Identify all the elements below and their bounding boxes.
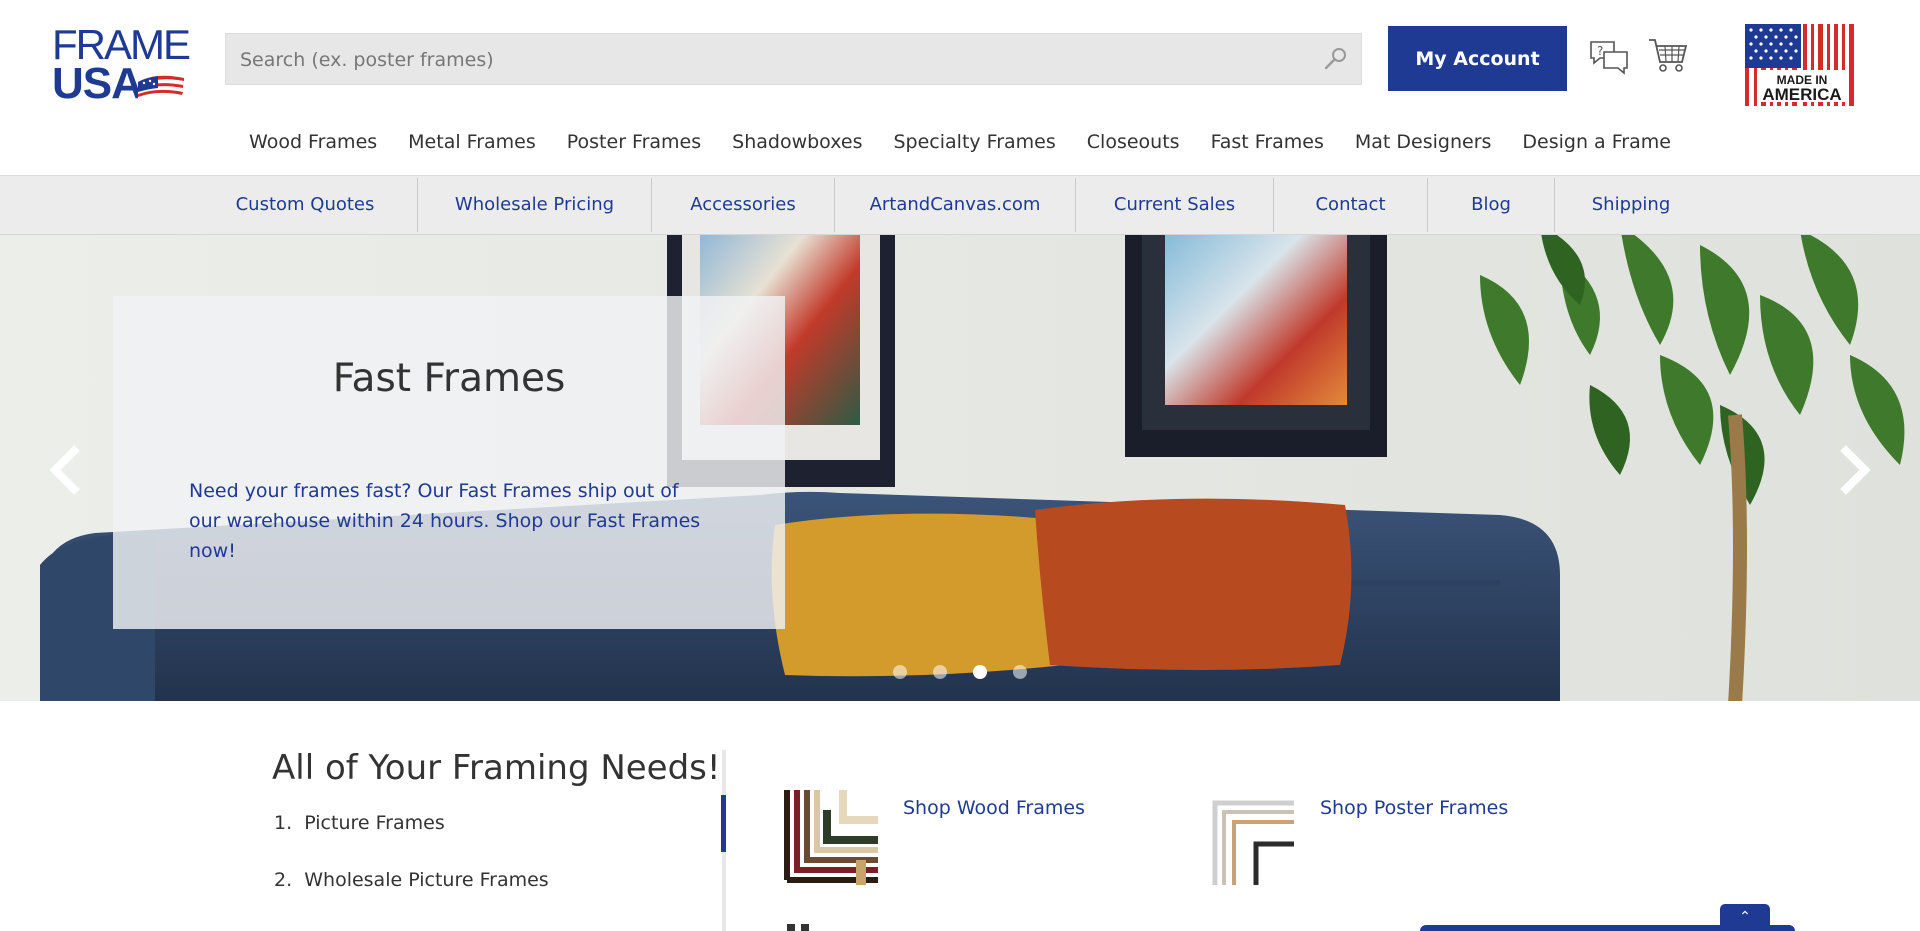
list-number: 1. bbox=[274, 812, 293, 834]
subnav-custom-quotes[interactable]: Custom Quotes bbox=[210, 176, 400, 234]
main-navigation: Wood Frames Metal Frames Poster Frames S… bbox=[0, 122, 1920, 162]
framing-needs-item[interactable]: 2. Wholesale Picture Frames bbox=[274, 869, 549, 891]
poster-frames-thumbnail[interactable] bbox=[1212, 800, 1294, 885]
carousel-indicators bbox=[893, 665, 1027, 679]
subnav-blog[interactable]: Blog bbox=[1428, 176, 1554, 234]
framing-needs-heading: All of Your Framing Needs! bbox=[272, 748, 721, 788]
subnav-wholesale-pricing[interactable]: Wholesale Pricing bbox=[418, 176, 651, 234]
subnav-accessories[interactable]: Accessories bbox=[652, 176, 834, 234]
subnav-contact[interactable]: Contact bbox=[1274, 176, 1427, 234]
chat-expand-tab[interactable]: ⌃ bbox=[1720, 904, 1770, 931]
carousel-next-arrow-icon[interactable] bbox=[1833, 442, 1873, 498]
nav-closeouts[interactable]: Closeouts bbox=[1071, 122, 1195, 162]
active-item-indicator bbox=[721, 795, 726, 852]
logo-usa-text: USA bbox=[52, 59, 143, 108]
hero-description[interactable]: Need your frames fast? Our Fast Frames s… bbox=[189, 476, 709, 566]
search-icon[interactable] bbox=[1323, 46, 1349, 72]
hero-carousel: Fast Frames Need your frames fast? Our F… bbox=[0, 235, 1920, 701]
carousel-dot-3-active[interactable] bbox=[973, 665, 987, 679]
frame-usa-logo[interactable]: FRAME USA bbox=[52, 24, 191, 108]
nav-wood-frames[interactable]: Wood Frames bbox=[234, 122, 393, 162]
search-input[interactable] bbox=[238, 34, 1322, 86]
hero-caption-panel: Fast Frames Need your frames fast? Our F… bbox=[113, 296, 785, 629]
list-label: Picture Frames bbox=[304, 812, 445, 834]
chat-help-icon[interactable]: ? bbox=[1588, 38, 1630, 78]
site-header: FRAME USA My Account ? bbox=[0, 0, 1920, 175]
nav-shadowboxes[interactable]: Shadowboxes bbox=[717, 122, 878, 162]
made-in-america-badge: MADE IN AMERICA bbox=[1745, 24, 1859, 106]
nav-specialty-frames[interactable]: Specialty Frames bbox=[878, 122, 1071, 162]
nav-metal-frames[interactable]: Metal Frames bbox=[393, 122, 552, 162]
nav-poster-frames[interactable]: Poster Frames bbox=[551, 122, 716, 162]
shop-wood-frames-link[interactable]: Shop Wood Frames bbox=[903, 797, 1085, 819]
carousel-dot-1[interactable] bbox=[893, 665, 907, 679]
logo-flag-icon bbox=[138, 75, 184, 102]
nav-fast-frames[interactable]: Fast Frames bbox=[1195, 122, 1339, 162]
nav-design-a-frame[interactable]: Design a Frame bbox=[1507, 122, 1687, 162]
framing-needs-item[interactable]: 1. Picture Frames bbox=[274, 812, 445, 834]
svg-text:?: ? bbox=[1597, 44, 1603, 58]
subnav-shipping[interactable]: Shipping bbox=[1555, 176, 1707, 234]
hero-title: Fast Frames bbox=[332, 356, 566, 401]
my-account-button[interactable]: My Account bbox=[1388, 26, 1567, 91]
shop-poster-frames-link[interactable]: Shop Poster Frames bbox=[1320, 797, 1508, 819]
subnav-artandcanvas[interactable]: ArtandCanvas.com bbox=[835, 176, 1075, 234]
list-number: 2. bbox=[274, 869, 293, 891]
framing-needs-section: All of Your Framing Needs! 1. Picture Fr… bbox=[272, 748, 722, 891]
secondary-navigation: Custom Quotes Wholesale Pricing Accessor… bbox=[0, 175, 1920, 235]
search-bar bbox=[225, 33, 1362, 86]
nav-mat-designers[interactable]: Mat Designers bbox=[1339, 122, 1507, 162]
list-label: Wholesale Picture Frames bbox=[304, 869, 549, 891]
carousel-dot-4[interactable] bbox=[1013, 665, 1027, 679]
subnav-current-sales[interactable]: Current Sales bbox=[1076, 176, 1273, 234]
carousel-dot-2[interactable] bbox=[933, 665, 947, 679]
carousel-prev-arrow-icon[interactable] bbox=[47, 442, 87, 498]
cart-icon[interactable] bbox=[1647, 34, 1689, 76]
wood-frames-thumbnail[interactable] bbox=[783, 790, 878, 885]
badge-line2: AMERICA bbox=[1762, 85, 1841, 104]
next-section-heading-peek bbox=[787, 924, 827, 931]
